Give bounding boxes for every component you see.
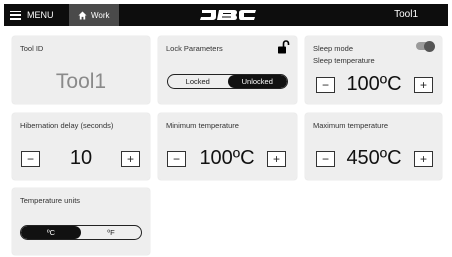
sleep-temp-decrement-button[interactable]: − bbox=[316, 77, 335, 93]
maximum-temperature-card: Maximum temperature − 450ºC + bbox=[305, 113, 442, 180]
menu-button[interactable]: MENU bbox=[10, 4, 54, 26]
maximum-temperature-title: Maximum temperature bbox=[313, 121, 389, 130]
hibernation-decrement-button[interactable]: − bbox=[21, 151, 40, 167]
sleep-mode-card: Sleep mode Sleep temperature − 100ºC + bbox=[305, 36, 442, 104]
min-temp-decrement-button[interactable]: − bbox=[167, 151, 186, 167]
lock-toggle[interactable]: Locked Unlocked bbox=[167, 74, 288, 89]
switch-knob bbox=[424, 40, 435, 52]
tool-id-card[interactable]: Tool ID Tool1 bbox=[12, 36, 150, 104]
temperature-units-toggle[interactable]: ºC ºF bbox=[20, 225, 142, 240]
unlocked-option[interactable]: Unlocked bbox=[227, 75, 287, 88]
work-tab[interactable]: Work bbox=[69, 4, 119, 26]
home-icon bbox=[78, 10, 87, 20]
locked-option[interactable]: Locked bbox=[168, 75, 228, 88]
min-temp-value: 100ºC bbox=[199, 147, 255, 169]
top-bar: MENU Work Tool1 bbox=[4, 4, 448, 26]
hamburger-icon bbox=[10, 10, 21, 20]
sleep-temp-increment-button[interactable]: + bbox=[414, 77, 433, 93]
hibernation-delay-card: Hibernation delay (seconds) − 10 + bbox=[12, 113, 150, 180]
max-temp-increment-button[interactable]: + bbox=[414, 151, 433, 167]
sleep-temp-value: 100ºC bbox=[346, 73, 402, 95]
max-temp-decrement-button[interactable]: − bbox=[316, 151, 335, 167]
tool-id-value: Tool1 bbox=[55, 70, 107, 93]
minimum-temperature-title: Minimum temperature bbox=[166, 121, 239, 130]
work-label: Work bbox=[91, 10, 110, 20]
lock-parameters-card: Lock Parameters Locked Unlocked bbox=[158, 36, 297, 104]
min-temp-increment-button[interactable]: + bbox=[267, 151, 286, 167]
temperature-units-title: Temperature units bbox=[20, 196, 81, 205]
sleep-mode-switch[interactable] bbox=[416, 40, 435, 52]
tool-name: Tool1 bbox=[394, 9, 418, 20]
hibernation-delay-title: Hibernation delay (seconds) bbox=[20, 121, 114, 130]
sleep-temperature-label: Sleep temperature bbox=[313, 56, 375, 65]
fahrenheit-option[interactable]: ºF bbox=[81, 226, 141, 239]
sleep-mode-title: Sleep mode bbox=[313, 44, 354, 53]
jbc-logo bbox=[200, 10, 256, 20]
minimum-temperature-card: Minimum temperature − 100ºC + bbox=[158, 113, 297, 180]
max-temp-value: 450ºC bbox=[346, 147, 402, 169]
hibernation-value: 10 bbox=[69, 147, 93, 169]
menu-label: MENU bbox=[27, 10, 54, 20]
celsius-option[interactable]: ºC bbox=[21, 226, 81, 239]
lock-parameters-title: Lock Parameters bbox=[166, 44, 223, 53]
tool-id-title: Tool ID bbox=[20, 44, 44, 53]
temperature-units-card: Temperature units ºC ºF bbox=[12, 188, 150, 255]
hibernation-increment-button[interactable]: + bbox=[121, 151, 140, 167]
unlocked-padlock-icon bbox=[278, 40, 290, 54]
